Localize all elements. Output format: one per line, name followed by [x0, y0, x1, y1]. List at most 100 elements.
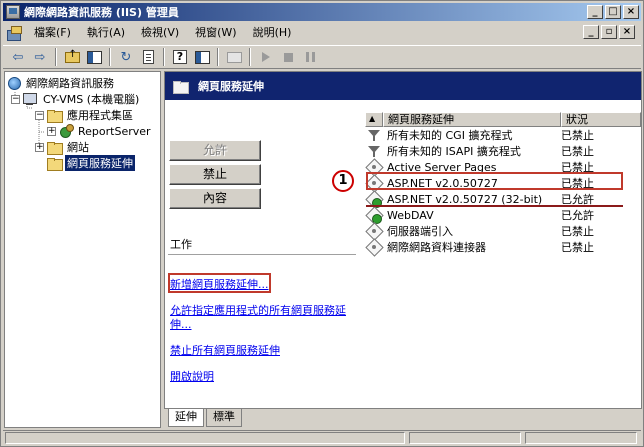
- extension-name: ASP.NET v2.0.50727 (32-bit): [387, 192, 543, 206]
- tree-node-label: CY-VMS (本機電腦): [43, 93, 140, 106]
- list-item[interactable]: 伺服器端引入 已禁止: [365, 223, 641, 239]
- extension-status: 已禁止: [561, 241, 594, 254]
- extension-status: 已禁止: [561, 145, 594, 158]
- back-arrow-icon[interactable]: ⇦: [7, 47, 29, 67]
- sort-column-header[interactable]: ▲: [365, 112, 383, 127]
- menu-action[interactable]: 執行(A): [79, 24, 133, 42]
- extension-icon: [367, 224, 385, 238]
- folder-icon: [47, 157, 63, 171]
- pause-button[interactable]: [299, 47, 321, 67]
- status-cell: [409, 432, 521, 444]
- export-list-button[interactable]: [137, 47, 159, 67]
- properties-button[interactable]: 內容: [169, 188, 261, 209]
- close-button[interactable]: ×: [623, 5, 639, 19]
- funnel-icon: [367, 128, 385, 142]
- list-item[interactable]: 所有未知的 ISAPI 擴充程式 已禁止: [365, 143, 641, 159]
- pane-banner: 網頁服務延伸: [165, 72, 641, 100]
- tree-node-label: 網際網路資訊服務: [26, 77, 114, 90]
- console-tree-icon: [86, 50, 102, 64]
- extension-status: 已禁止: [561, 129, 594, 142]
- extension-allowed-icon: [367, 192, 385, 208]
- status-cell: [525, 432, 637, 444]
- forward-arrow-icon[interactable]: ⇨: [29, 47, 51, 67]
- extension-icon: [367, 240, 385, 254]
- extension-name: 所有未知的 CGI 擴充程式: [387, 129, 513, 142]
- list-item[interactable]: 所有未知的 CGI 擴充程式 已禁止: [365, 127, 641, 143]
- minimize-button[interactable]: _: [587, 5, 603, 19]
- details-pane: 網頁服務延伸 允許 禁止 內容 工作 新增網頁服務延伸... 允許指定應用程式的…: [164, 71, 642, 428]
- expand-toggle[interactable]: +: [47, 126, 56, 136]
- refresh-button[interactable]: ↻: [115, 47, 137, 67]
- tree-node-label: 應用程式集區: [67, 109, 133, 122]
- prohibit-button[interactable]: 禁止: [169, 164, 261, 185]
- menu-view[interactable]: 檢視(V): [133, 24, 187, 42]
- prohibit-all-link[interactable]: 禁止所有網頁服務延伸: [170, 344, 358, 358]
- action-pane-icon: [194, 50, 210, 64]
- menu-file[interactable]: 檔案(F): [26, 24, 79, 42]
- extension-name: 網際網路資料連接器: [387, 241, 486, 254]
- mdi-close-button[interactable]: ×: [619, 25, 635, 39]
- maximize-button[interactable]: □: [605, 5, 621, 19]
- export-list-icon: [142, 50, 154, 64]
- mdi-restore-button[interactable]: ▫: [601, 25, 617, 39]
- tree-node-computer[interactable]: − CY-VMS (本機電腦): [11, 91, 141, 107]
- extension-status: 已禁止: [561, 225, 594, 238]
- pause-icon: [305, 52, 315, 62]
- folder-up-icon: [64, 49, 80, 63]
- list-item[interactable]: 網際網路資料連接器 已禁止: [365, 239, 641, 255]
- tree-node-websites[interactable]: + 網站: [35, 139, 91, 155]
- menu-window[interactable]: 視窗(W): [187, 24, 244, 42]
- extension-status: 已允許: [561, 209, 594, 222]
- extension-name: WebDAV: [387, 208, 434, 222]
- up-one-level-button[interactable]: [61, 47, 83, 67]
- column-header-status[interactable]: 狀況: [561, 112, 641, 127]
- toolbar: ⇦ ⇨ ↻ ?: [3, 45, 641, 69]
- tree-node-web-service-extensions[interactable]: 網頁服務延伸: [47, 155, 135, 171]
- toolbar-separator: [109, 48, 111, 66]
- toolbar-separator: [217, 48, 219, 66]
- expand-toggle[interactable]: +: [35, 142, 44, 152]
- allow-button[interactable]: 允許: [169, 140, 261, 161]
- play-icon: [262, 52, 270, 62]
- show-hide-action-pane-button[interactable]: [191, 47, 213, 67]
- folder-icon: [47, 109, 63, 123]
- open-help-link[interactable]: 開啟說明: [170, 370, 358, 384]
- start-button[interactable]: [255, 47, 277, 67]
- tree-node-label: ReportServer: [78, 124, 151, 138]
- tab-extended[interactable]: 延伸: [168, 409, 204, 427]
- app-pool-icon: [59, 124, 74, 138]
- tree-node-app-pools[interactable]: − 應用程式集區: [35, 107, 135, 123]
- show-hide-tree-button[interactable]: [83, 47, 105, 67]
- title-bar: 網際網路資訊服務 (IIS) 管理員 _ □ ×: [3, 3, 641, 21]
- help-button[interactable]: ?: [169, 47, 191, 67]
- banner-title: 網頁服務延伸: [198, 80, 264, 93]
- connect-button[interactable]: [223, 47, 245, 67]
- window-title: 網際網路資訊服務 (IIS) 管理員: [24, 6, 179, 19]
- stop-icon: [283, 52, 293, 62]
- tree-node-iis-root[interactable]: 網際網路資訊服務: [8, 75, 116, 91]
- highlight-underline-aspnet-32bit: [366, 205, 623, 207]
- list-item[interactable]: WebDAV 已允許: [365, 207, 641, 224]
- tab-standard[interactable]: 標準: [206, 409, 242, 427]
- mdi-minimize-button[interactable]: _: [583, 25, 599, 39]
- tasks-divider: [168, 254, 356, 255]
- extension-allowed-icon: [367, 208, 385, 224]
- collapse-toggle[interactable]: −: [11, 94, 20, 104]
- column-header-extension[interactable]: 網頁服務延伸: [383, 112, 561, 127]
- collapse-toggle[interactable]: −: [35, 110, 44, 120]
- tree-node-label: 網頁服務延伸: [65, 155, 135, 171]
- console-icon[interactable]: [6, 25, 22, 41]
- globe-icon: [8, 76, 21, 90]
- extension-name: 伺服器端引入: [387, 225, 453, 238]
- iis-manager-window: 網際網路資訊服務 (IIS) 管理員 _ □ × 檔案(F) 執行(A) 檢視(…: [0, 0, 644, 447]
- tree-node-reportserver[interactable]: + ReportServer: [47, 123, 153, 139]
- view-tabs: 延伸 標準: [164, 408, 642, 428]
- mdi-controls: _ ▫ ×: [581, 25, 635, 39]
- status-cell: [5, 432, 405, 444]
- app-icon: [6, 5, 20, 19]
- status-bar: [3, 430, 641, 445]
- menu-help[interactable]: 說明(H): [245, 24, 300, 42]
- allow-all-for-app-link[interactable]: 允許指定應用程式的所有網頁服務延伸...: [170, 304, 358, 332]
- tasks-heading: 工作: [170, 238, 192, 251]
- stop-button[interactable]: [277, 47, 299, 67]
